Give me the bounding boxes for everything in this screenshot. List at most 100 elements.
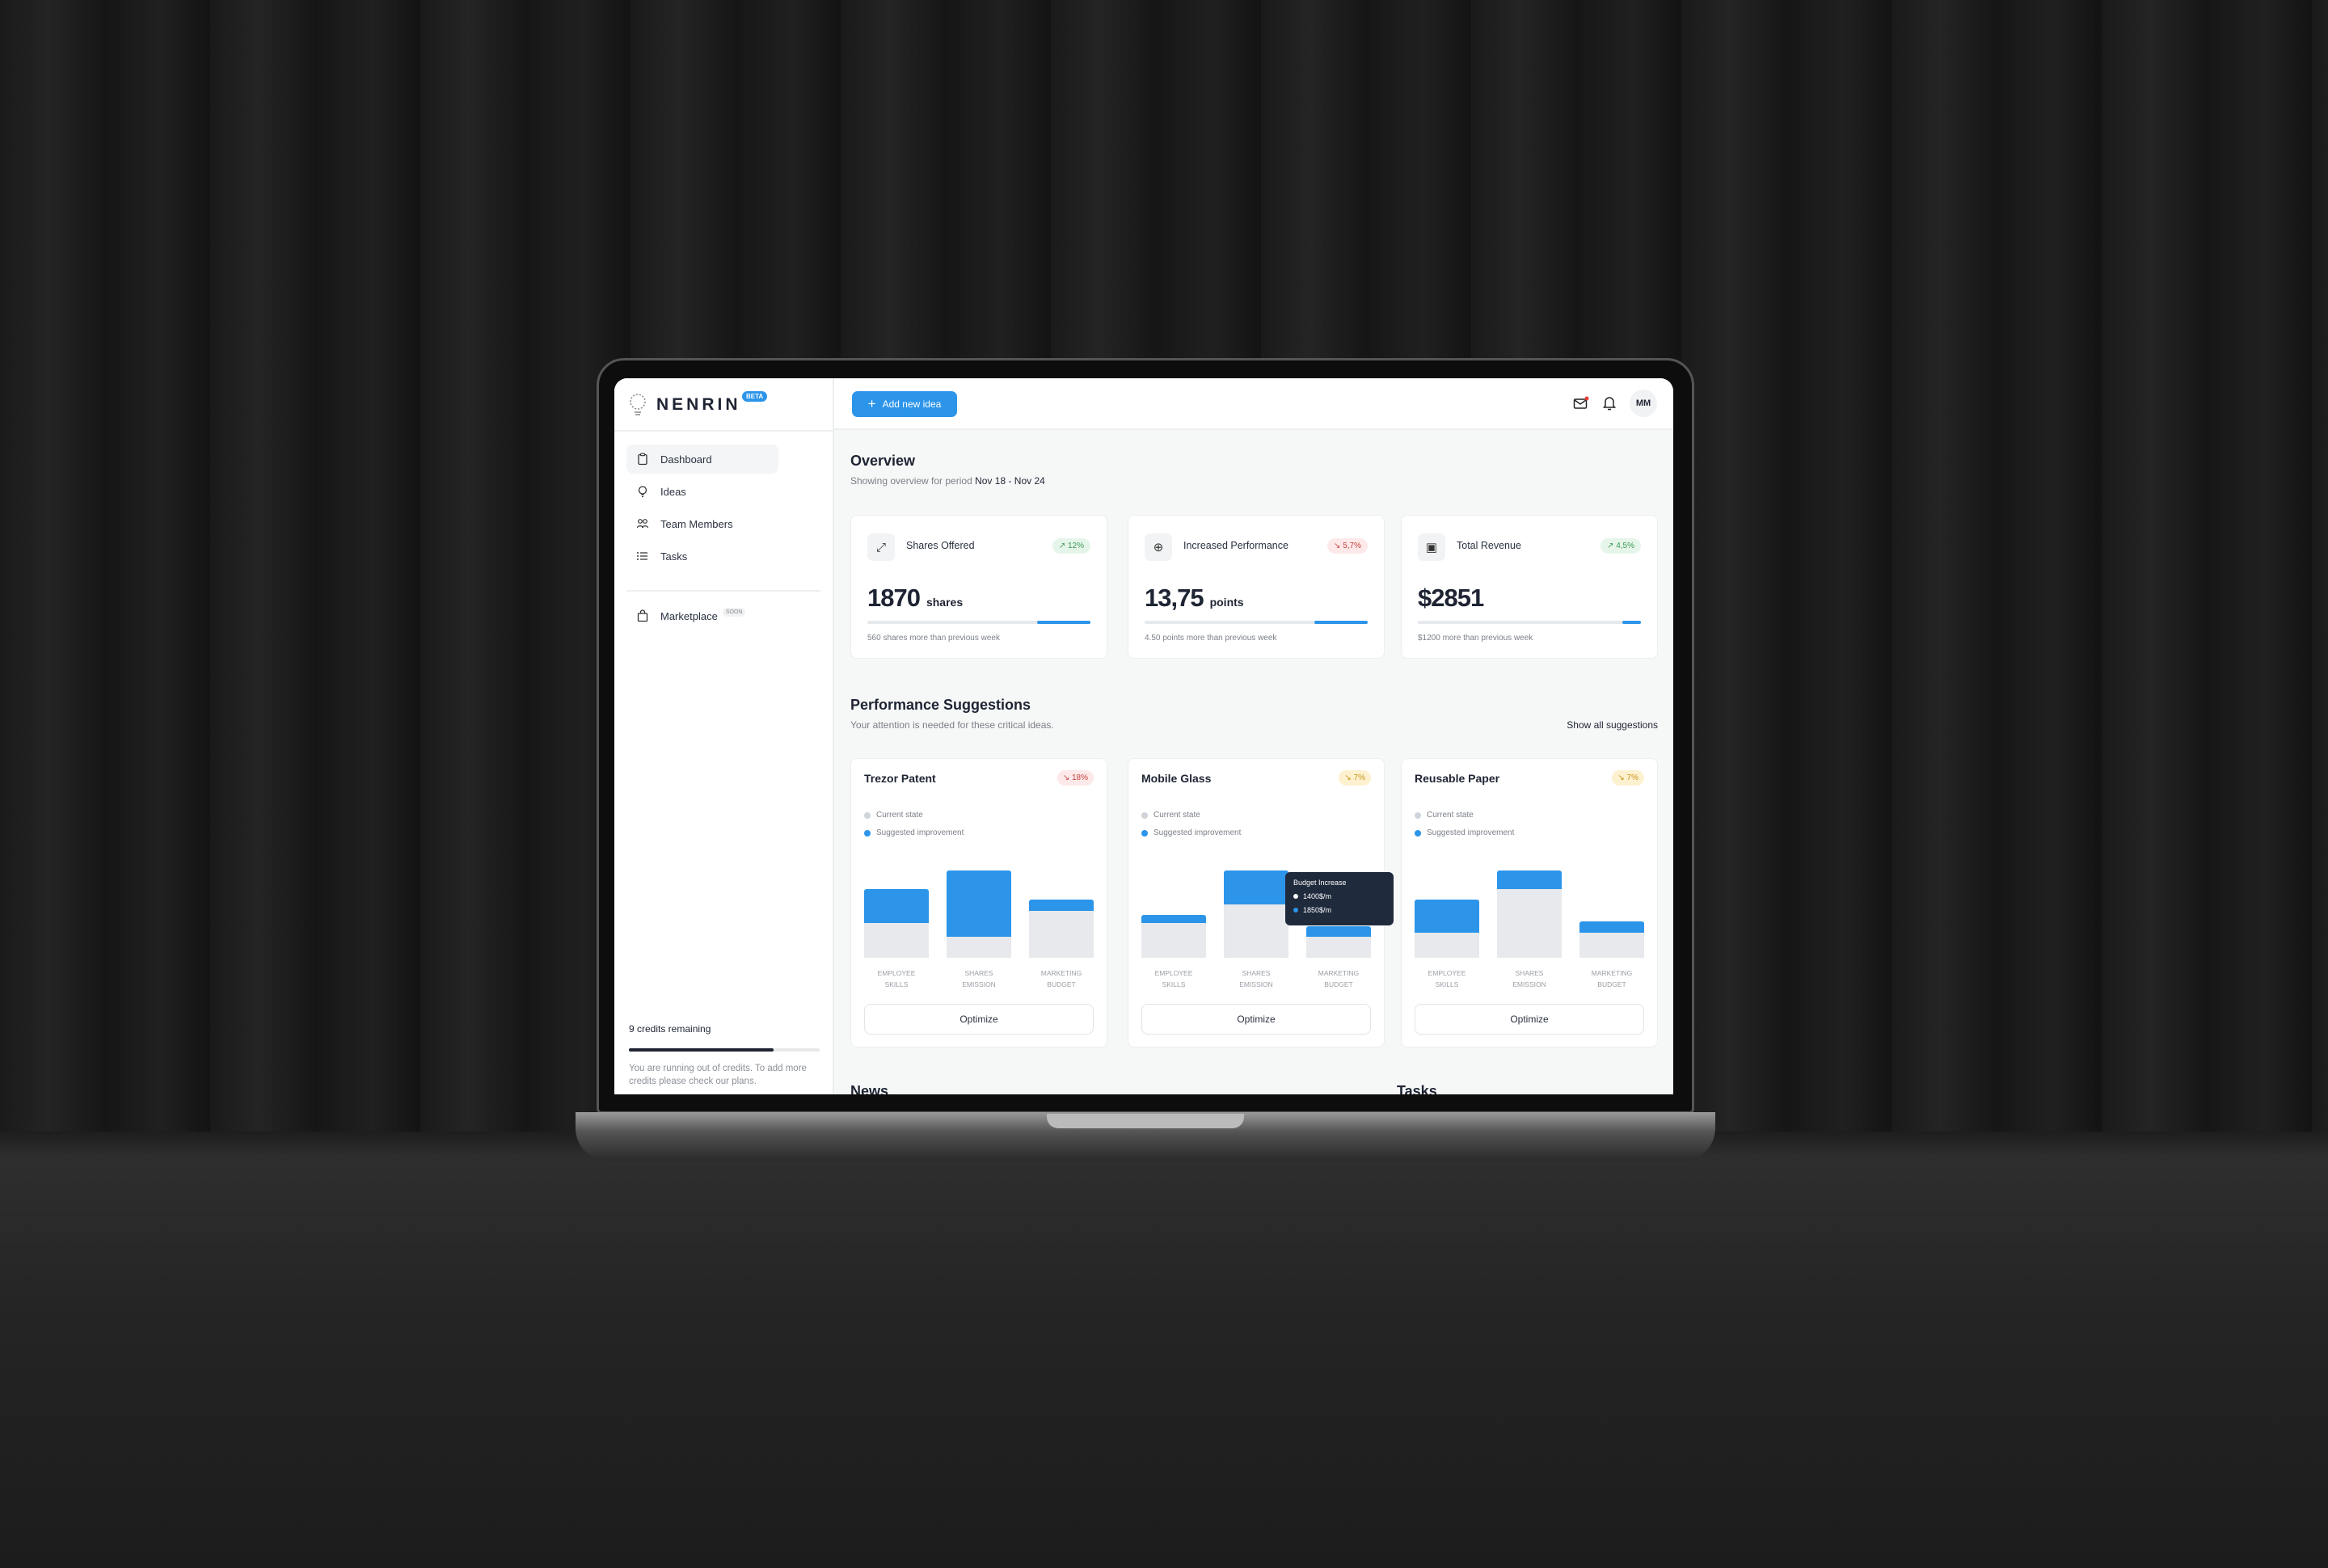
stat-footer: $1200 more than previous week — [1418, 634, 1533, 643]
bar-label-line: SHARES — [1515, 969, 1544, 977]
bar-segment-suggested — [1141, 915, 1206, 923]
stat-number: $2851 — [1418, 584, 1484, 612]
tooltip-row: 1850$/m — [1293, 906, 1385, 914]
bar-label: MARKETING BUDGET — [1306, 967, 1371, 990]
trend-badge: ↘ 5,7% — [1327, 538, 1368, 554]
bar-label: EMPLOYEE SKILLS — [1415, 967, 1479, 990]
sidebar-item-tasks[interactable]: Tasks — [626, 542, 778, 571]
stat-unit: shares — [926, 596, 964, 609]
trend-badge: ↗ 4,5% — [1600, 538, 1641, 554]
bar-label-line: SHARES — [964, 969, 993, 977]
arrow-up-circle-icon: ⊕ — [1145, 533, 1172, 561]
tasks-title: Tasks — [1397, 1083, 1437, 1094]
chart-tooltip: Budget Increase 1400$/m 1850$/m — [1285, 872, 1394, 925]
overview-subtitle-text: Showing overview for period — [850, 475, 972, 487]
bar-label: MARKETING BUDGET — [1579, 967, 1644, 990]
bar-label-line: MARKETING — [1318, 969, 1360, 977]
credits-note: You are running out of credits. To add m… — [629, 1064, 807, 1086]
legend-suggested: Suggested improvement — [1141, 828, 1241, 837]
legend-label: Current state — [876, 811, 923, 820]
plus-icon: + — [867, 396, 876, 411]
optimize-button[interactable]: Optimize — [864, 1004, 1094, 1035]
sidebar-item-marketplace[interactable]: Marketplace SOON — [626, 601, 778, 630]
legend-suggested: Suggested improvement — [1415, 828, 1514, 837]
stat-card: ⤢ Shares Offered ↗ 12% 1870 shares 560 sh… — [850, 515, 1107, 659]
bar-marketing-budget[interactable] — [1306, 926, 1371, 958]
avatar[interactable]: MM — [1630, 390, 1657, 417]
laptop-notch — [1047, 1114, 1244, 1128]
bar-marketing-budget[interactable] — [1029, 899, 1094, 958]
overview-subtitle: Showing overview for period Nov 18 - Nov… — [850, 475, 1045, 487]
suggestion-title: Mobile Glass — [1141, 772, 1212, 785]
bar-segment-suggested — [1579, 921, 1644, 933]
stat-footer: 4.50 points more than previous week — [1145, 634, 1277, 643]
bar-label-line: SKILLS — [1435, 980, 1459, 988]
soon-badge: SOON — [722, 607, 746, 617]
stat-card: ⊕ Increased Performance ↘ 5,7% 13,75 poin… — [1128, 515, 1385, 659]
suggestion-title: Trezor Patent — [864, 772, 936, 785]
list-icon — [637, 552, 647, 560]
stat-value: 13,75 points — [1145, 584, 1244, 613]
stat-unit: points — [1209, 596, 1244, 609]
suggestion-card: Trezor Patent ↘ 18% Current state Sugges… — [850, 758, 1107, 1047]
bar-label-line: BUDGET — [1324, 980, 1353, 988]
expand-icon: ⤢ — [867, 533, 895, 561]
legend-label: Suggested improvement — [876, 828, 964, 837]
bell-icon[interactable] — [1602, 395, 1617, 411]
stat-progress — [1145, 621, 1368, 624]
tooltip-current: 1400$/m — [1303, 892, 1332, 900]
legend-suggested: Suggested improvement — [864, 828, 964, 837]
sidebar-item-label: Marketplace — [660, 609, 718, 622]
bar-segment-suggested — [864, 888, 929, 923]
show-all-suggestions-link[interactable]: Show all suggestions — [1567, 719, 1658, 731]
stat-progress — [867, 621, 1090, 624]
bar-label: EMPLOYEE SKILLS — [1141, 967, 1206, 990]
bar-segment-suggested — [947, 870, 1011, 938]
bar-label-line: SKILLS — [884, 980, 909, 988]
mail-icon[interactable] — [1573, 396, 1589, 411]
brand-name: NENRIN — [656, 395, 741, 414]
sidebar-item-team-members[interactable]: Team Members — [626, 509, 778, 538]
stat-value: 1870 shares — [867, 584, 963, 613]
bar-shares-emission[interactable] — [1497, 870, 1562, 958]
sidebar-item-label: Ideas — [660, 485, 686, 498]
stat-number: 1870 — [867, 584, 921, 612]
bar-label-line: EMISSION — [1512, 980, 1546, 988]
suggestion-card: Reusable Paper ↘ 7% Current state Sugges… — [1401, 758, 1658, 1047]
bar-employee-skills[interactable] — [1415, 899, 1479, 958]
legend-label: Suggested improvement — [1427, 828, 1515, 837]
bar-marketing-budget[interactable] — [1579, 921, 1644, 958]
sidebar-item-dashboard[interactable]: Dashboard — [626, 445, 778, 474]
stat-value: $2851 — [1418, 584, 1484, 613]
stat-number: 13,75 — [1145, 584, 1204, 612]
bar-label-line: EMPLOYEE — [1154, 969, 1193, 977]
stat-progress-fill — [1314, 621, 1368, 624]
overview-title: Overview — [850, 453, 916, 469]
top-header: + Add new idea MM — [834, 378, 1673, 430]
add-new-idea-button[interactable]: + Add new idea — [852, 391, 957, 417]
bar-label-line: EMPLOYEE — [1428, 969, 1466, 977]
sidebar: NENRIN BETA Dashboard Ideas Team Members… — [614, 378, 834, 1094]
bar-shares-emission[interactable] — [947, 870, 1011, 958]
suggestions-title: Performance Suggestions — [850, 697, 1031, 713]
optimize-button[interactable]: Optimize — [1415, 1004, 1644, 1035]
brain-bulb-logo-icon — [630, 394, 646, 415]
users-icon — [636, 519, 649, 529]
bar-employee-skills[interactable] — [1141, 915, 1206, 958]
bar-shares-emission[interactable] — [1224, 870, 1288, 958]
sidebar-item-ideas[interactable]: Ideas — [626, 477, 778, 506]
bar-label: MARKETING BUDGET — [1029, 967, 1094, 990]
trend-badge: ↘ 7% — [1612, 770, 1644, 786]
bar-label-line: MARKETING — [1591, 969, 1633, 977]
stat-progress-fill — [1036, 621, 1090, 624]
bar-label: SHARES EMISSION — [947, 967, 1011, 990]
trend-badge: ↘ 7% — [1339, 770, 1371, 786]
bar-label: SHARES EMISSION — [1497, 967, 1562, 990]
bar-employee-skills[interactable] — [864, 888, 929, 958]
optimize-button[interactable]: Optimize — [1141, 1004, 1371, 1035]
bar-label: SHARES EMISSION — [1224, 967, 1288, 990]
banknote-icon: ▣ — [1418, 533, 1445, 561]
bar-label-line: EMISSION — [962, 980, 996, 988]
bar-segment-suggested — [1497, 870, 1562, 889]
logo[interactable]: NENRIN BETA — [629, 391, 768, 417]
